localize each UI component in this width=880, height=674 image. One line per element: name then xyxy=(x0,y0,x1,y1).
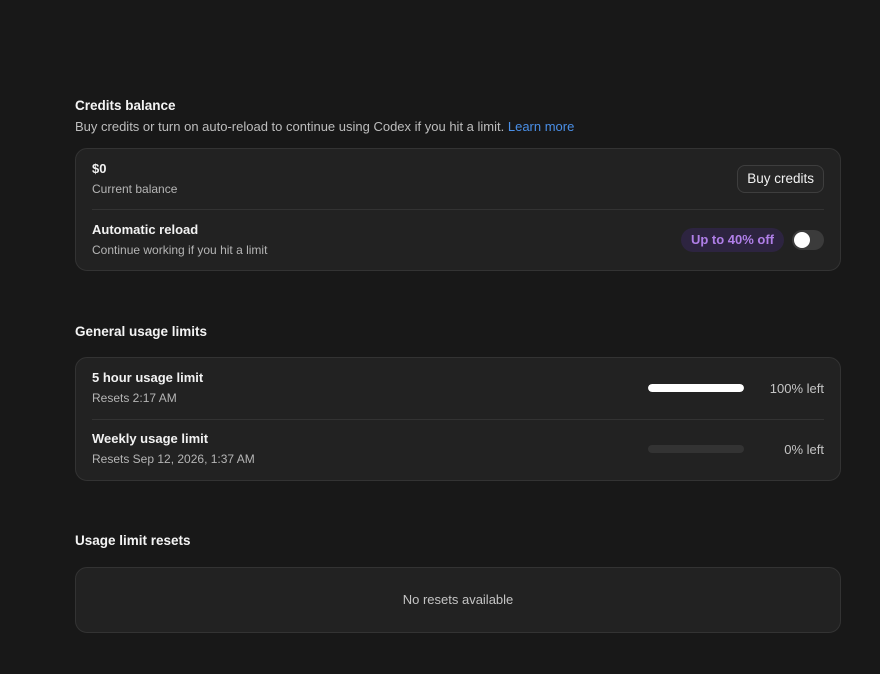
resets-card: No resets available xyxy=(75,567,841,633)
credits-card: $0 Current balance Buy credits Automatic… xyxy=(75,148,841,271)
credits-subtitle: Buy credits or turn on auto-reload to co… xyxy=(75,119,843,135)
balance-info: $0 Current balance xyxy=(92,161,177,197)
usage-info-weekly: Weekly usage limit Resets Sep 12, 2026, … xyxy=(92,431,255,467)
resets-empty-message: No resets available xyxy=(402,592,514,607)
auto-reload-toggle[interactable] xyxy=(792,230,824,250)
credits-divider xyxy=(92,209,824,210)
toggle-knob xyxy=(794,232,810,248)
auto-reload-row: Automatic reload Continue working if you… xyxy=(92,222,824,258)
balance-label: Current balance xyxy=(92,182,178,196)
resets-section-header: Usage limit resets xyxy=(75,533,843,549)
balance-row: $0 Current balance Buy credits xyxy=(92,161,824,197)
auto-reload-subtitle: Continue working if you hit a limit xyxy=(92,243,268,257)
usage-meter-5h: 100% left xyxy=(648,381,824,396)
usage-row-5h: 5 hour usage limit Resets 2:17 AM 100% l… xyxy=(92,370,824,406)
usage-remaining-label: 100% left xyxy=(769,380,824,396)
usage-progress-fill xyxy=(648,384,744,392)
usage-limit-reset: Resets 2:17 AM xyxy=(92,391,177,405)
usage-title: General usage limits xyxy=(75,324,208,339)
usage-divider xyxy=(92,419,824,420)
usage-limit-name: 5 hour usage limit xyxy=(92,370,204,385)
usage-remaining-label: 0% left xyxy=(784,441,824,457)
learn-more-link[interactable]: Learn more xyxy=(508,119,574,134)
usage-card: 5 hour usage limit Resets 2:17 AM 100% l… xyxy=(75,357,841,481)
discount-badge: Up to 40% off xyxy=(680,228,784,252)
usage-info-5h: 5 hour usage limit Resets 2:17 AM xyxy=(92,370,203,406)
usage-limit-name: Weekly usage limit xyxy=(92,431,209,446)
usage-progress-bar xyxy=(648,384,744,392)
auto-reload-info: Automatic reload Continue working if you… xyxy=(92,222,267,258)
buy-credits-button[interactable]: Buy credits xyxy=(737,165,824,193)
credits-section-header: Credits balance Buy credits or turn on a… xyxy=(75,98,843,135)
auto-reload-controls: Up to 40% off xyxy=(680,228,824,252)
usage-progress-bar xyxy=(648,445,744,453)
usage-row-weekly: Weekly usage limit Resets Sep 12, 2026, … xyxy=(92,431,824,467)
credits-subtitle-text: Buy credits or turn on auto-reload to co… xyxy=(75,119,505,134)
balance-value: $0 xyxy=(92,161,107,176)
usage-meter-weekly: 0% left xyxy=(648,442,824,457)
credits-title: Credits balance xyxy=(75,98,176,113)
resets-title: Usage limit resets xyxy=(75,533,191,548)
auto-reload-title: Automatic reload xyxy=(92,222,199,237)
usage-limit-reset: Resets Sep 12, 2026, 1:37 AM xyxy=(92,452,255,466)
usage-section-header: General usage limits xyxy=(75,324,843,340)
